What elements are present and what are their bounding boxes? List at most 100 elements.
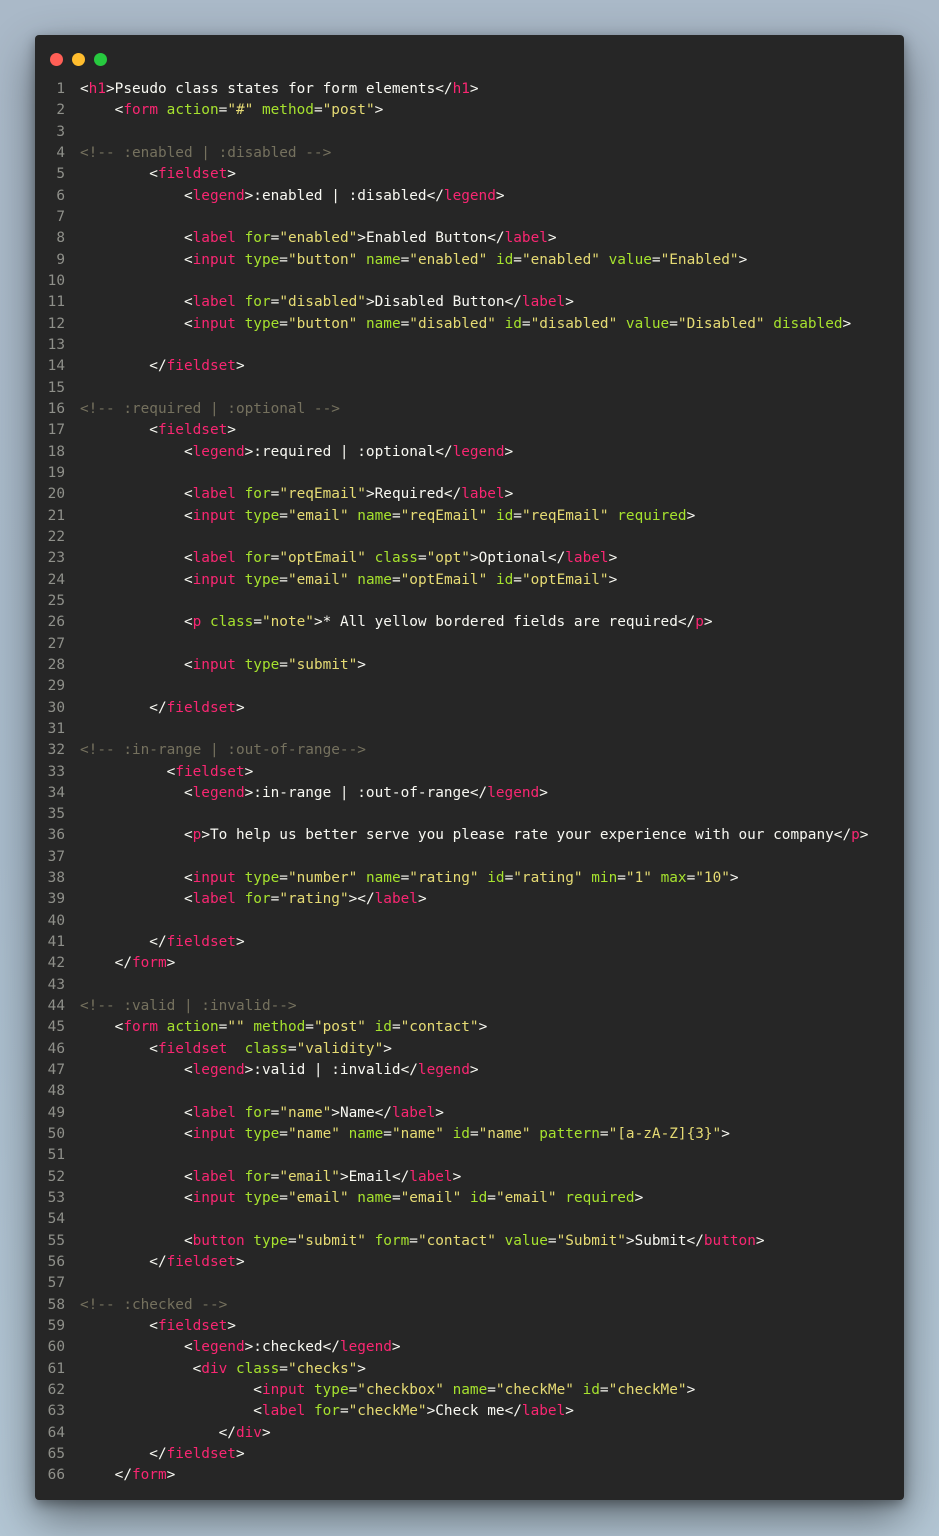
punct-token: <: [80, 1062, 193, 1079]
code-line: 59 <fieldset>: [35, 1316, 904, 1337]
punct-token: =: [287, 1232, 297, 1249]
line-number: 2: [56, 102, 65, 119]
code-line: 27: [35, 634, 904, 655]
string-token: "submit": [287, 656, 358, 673]
code-editor[interactable]: 1 <h1>Pseudo class states for form elemen…: [35, 79, 904, 1487]
punct-token: >: [565, 1403, 574, 1420]
code-line: 42 </form>: [35, 953, 904, 974]
punct-token: =: [651, 251, 661, 268]
code-window: 1 <h1>Pseudo class states for form elemen…: [35, 35, 904, 1500]
punct-token: >: [478, 1019, 488, 1036]
line-number: 55: [47, 1232, 65, 1249]
line-number: 14: [47, 358, 65, 375]
punct-token: [236, 1105, 245, 1121]
attr-token: value: [504, 1232, 548, 1249]
punct-token: >: [261, 1424, 271, 1441]
code-line: 20 <label for="reqEmail">Required</label…: [35, 484, 904, 505]
code-line: 13: [35, 335, 904, 356]
close-window-button[interactable]: [50, 53, 63, 66]
punct-token: =: [504, 870, 514, 887]
line-source: <fieldset>: [80, 1316, 236, 1337]
line-source: <label for="rating"></label>: [80, 889, 427, 910]
punct-token: >:required | :optional</: [244, 443, 453, 460]
attr-token: required: [565, 1190, 635, 1207]
punct-token: [583, 870, 592, 886]
punct-token: >: [721, 1126, 730, 1143]
punct-token: =: [391, 507, 401, 524]
line-number: 52: [47, 1168, 65, 1185]
code-line: 34 <legend>:in-range | :out-of-range</le…: [35, 783, 904, 804]
tag-token: p: [851, 827, 860, 844]
punct-token: </: [80, 699, 167, 716]
tag-token: fieldset: [166, 934, 236, 951]
punct-token: <: [80, 763, 176, 780]
string-token: "email": [287, 507, 349, 524]
punct-token: <: [80, 507, 193, 524]
line-number: 23: [47, 550, 65, 567]
punct-token: >:in-range | :out-of-range</: [244, 784, 488, 801]
punct-token: <: [80, 422, 158, 439]
line-source: <form action="#" method="post">: [80, 100, 384, 121]
string-token: "checkMe": [348, 1403, 427, 1420]
punct-token: [245, 1233, 254, 1249]
string-token: "rating": [513, 870, 583, 887]
tag-token: p: [192, 614, 202, 631]
punct-token: >: [452, 1168, 462, 1185]
punct-token: =: [313, 102, 323, 119]
punct-token: >: [357, 1360, 366, 1377]
line-source: <!-- :required | :optional -->: [80, 399, 340, 420]
line-number: 6: [56, 187, 65, 204]
string-token: "disabled": [279, 294, 366, 311]
line-source: <p>To help us better serve you please ra…: [80, 825, 869, 846]
punct-token: </: [80, 955, 132, 972]
string-token: "button": [287, 251, 358, 268]
attr-token: name: [365, 315, 401, 332]
line-number: 58: [47, 1296, 65, 1313]
minimize-window-button[interactable]: [72, 53, 85, 66]
punct-token: =: [617, 870, 626, 887]
tag-token: label: [409, 1168, 453, 1185]
attr-token: id: [469, 1190, 488, 1207]
maximize-window-button[interactable]: [94, 53, 107, 66]
line-source: <input type="button" name="enabled" id="…: [80, 250, 747, 271]
code-line: 29: [35, 676, 904, 697]
line-number: 28: [47, 656, 65, 673]
string-token: "enabled": [409, 251, 488, 268]
comment-token: <!-- :required | :optional -->: [80, 400, 340, 417]
punct-token: <: [80, 1190, 193, 1207]
line-number: 35: [47, 806, 65, 823]
attr-token: type: [244, 507, 280, 524]
punct-token: >: [859, 827, 869, 844]
line-source: <form action="" method="post" id="contac…: [80, 1017, 488, 1038]
code-line: 6 <legend>:enabled | :disabled</legend>: [35, 186, 904, 207]
string-token: "name": [287, 1126, 340, 1143]
punct-token: <: [80, 1019, 124, 1036]
line-number: 5: [56, 166, 65, 183]
line-number: 56: [47, 1254, 65, 1271]
line-source: <fieldset>: [80, 164, 236, 185]
attr-token: class: [244, 1040, 288, 1057]
punct-token: >: [504, 443, 514, 460]
punct-token: [574, 1382, 583, 1398]
punct-token: <: [80, 827, 193, 844]
code-line: 43: [35, 975, 904, 996]
tag-token: fieldset: [157, 1040, 228, 1057]
punct-token: <: [80, 294, 193, 311]
punct-token: </: [80, 1424, 236, 1441]
attr-token: pattern: [539, 1126, 600, 1143]
punct-token: [236, 230, 245, 246]
punct-token: <: [80, 1318, 158, 1335]
string-token: "validity": [296, 1040, 384, 1057]
line-number: 11: [47, 294, 65, 311]
punct-token: >: [608, 571, 618, 588]
punct-token: >: [244, 763, 254, 780]
attr-token: name: [357, 571, 392, 588]
code-line: 10: [35, 271, 904, 292]
punct-token: =: [279, 870, 288, 887]
string-token: "Submit": [556, 1232, 626, 1249]
punct-token: [487, 252, 496, 268]
punct-token: >Enabled Button</: [357, 230, 505, 247]
tag-token: legend: [192, 443, 245, 460]
string-token: "post": [313, 1019, 366, 1036]
line-number: 7: [56, 208, 65, 225]
